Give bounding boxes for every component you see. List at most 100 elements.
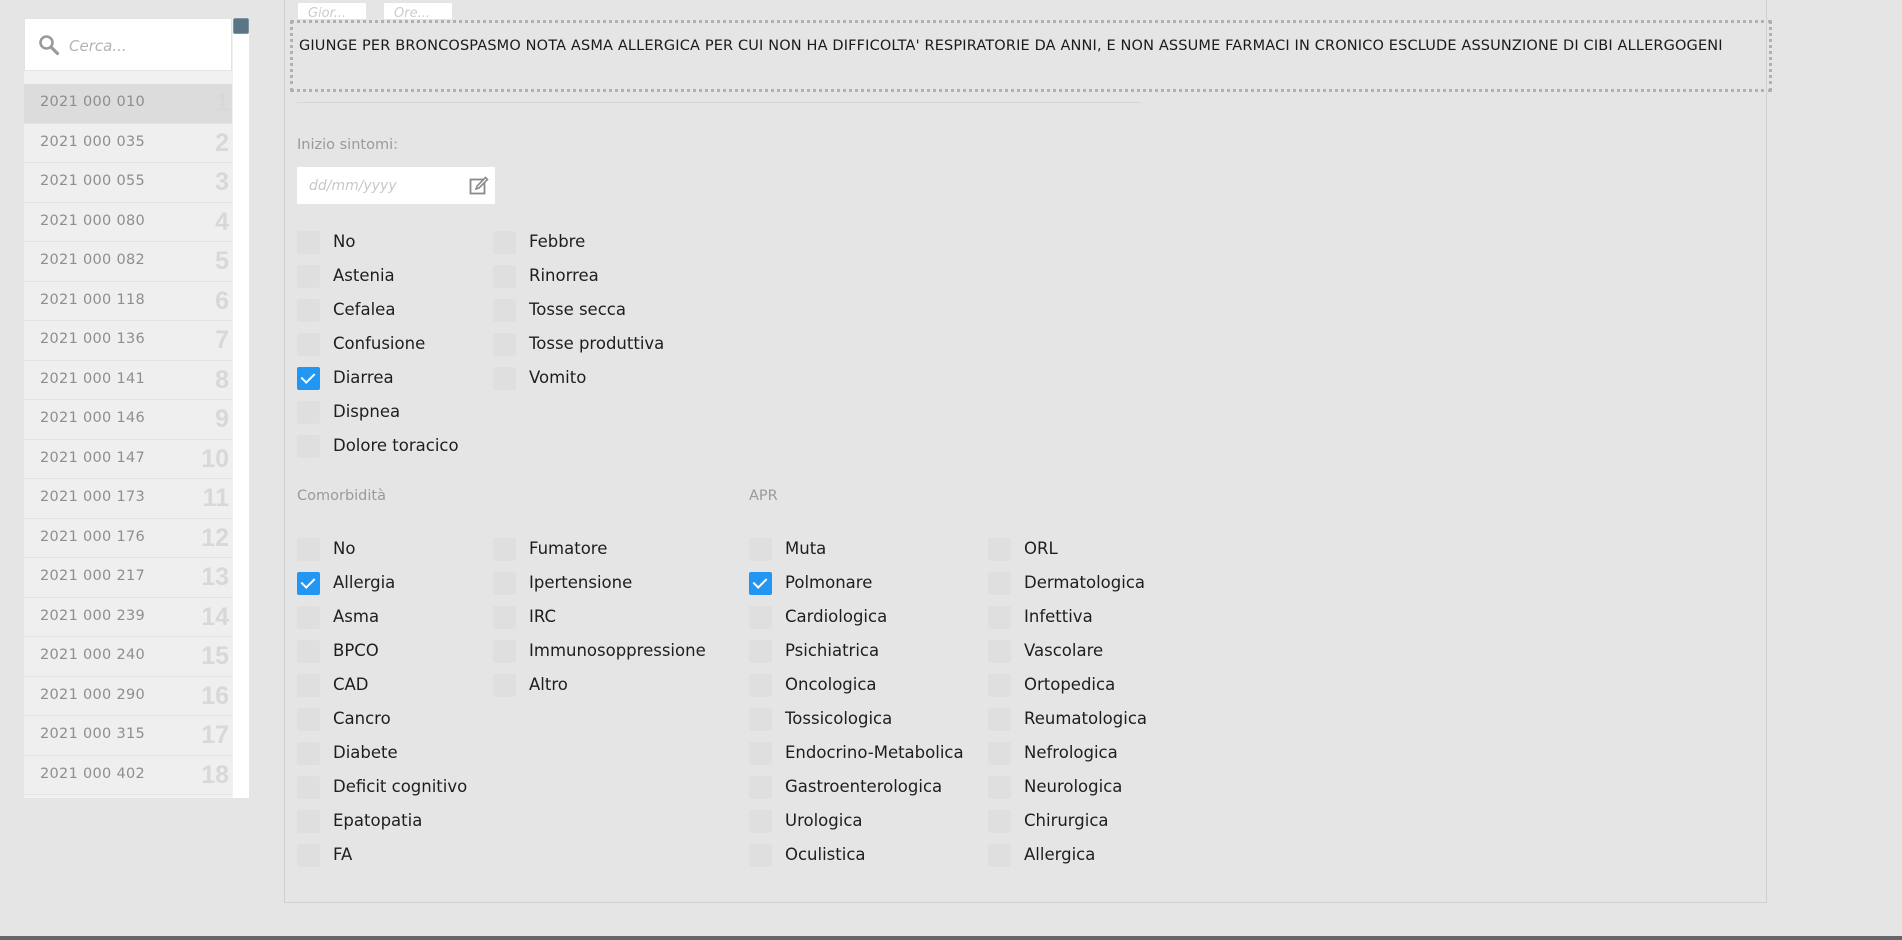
patient-list-item[interactable]: 2021 000 080 4 xyxy=(24,202,232,242)
checkbox[interactable] xyxy=(493,538,516,561)
patient-list-item[interactable]: 2021 000 240 15 xyxy=(24,637,232,677)
checkbox-label[interactable]: Gastroenterologica xyxy=(785,777,942,796)
checkbox-checked[interactable] xyxy=(749,572,772,595)
checkbox-label[interactable]: Diarrea xyxy=(333,368,394,387)
checkbox[interactable] xyxy=(493,674,516,697)
checkbox[interactable] xyxy=(749,640,772,663)
checkbox-label[interactable]: Muta xyxy=(785,539,826,558)
checkbox-label[interactable]: Tossicologica xyxy=(785,709,892,728)
checkbox-label[interactable]: Endocrino-Metabolica xyxy=(785,743,964,762)
patient-list-item[interactable]: 2021 000 239 14 xyxy=(24,597,232,637)
checkbox-label[interactable]: Oncologica xyxy=(785,675,877,694)
checkbox-label[interactable]: No xyxy=(333,232,355,251)
checkbox-checked[interactable] xyxy=(297,367,320,390)
patient-list-item[interactable]: 2021 000 315 17 xyxy=(24,716,232,756)
checkbox-label[interactable]: Ortopedica xyxy=(1024,675,1115,694)
checkbox[interactable] xyxy=(749,674,772,697)
checkbox[interactable] xyxy=(988,538,1011,561)
checkbox-label[interactable]: Dolore toracico xyxy=(333,436,459,455)
checkbox[interactable] xyxy=(988,708,1011,731)
patient-list-item[interactable]: 2021 000 141 8 xyxy=(24,360,232,400)
checkbox-label[interactable]: Reumatologica xyxy=(1024,709,1147,728)
checkbox-label[interactable]: Immunosoppressione xyxy=(529,641,706,660)
checkbox-checked[interactable] xyxy=(297,572,320,595)
checkbox[interactable] xyxy=(988,742,1011,765)
patient-list-item[interactable]: 2021 000 176 12 xyxy=(24,518,232,558)
checkbox[interactable] xyxy=(297,674,320,697)
checkbox-label[interactable]: CAD xyxy=(333,675,369,694)
checkbox[interactable] xyxy=(749,742,772,765)
checkbox-label[interactable]: Fumatore xyxy=(529,539,607,558)
checkbox-label[interactable]: Cancro xyxy=(333,709,391,728)
search-input[interactable] xyxy=(67,32,221,60)
patient-list-item[interactable]: 2021 000 118 6 xyxy=(24,281,232,321)
checkbox[interactable] xyxy=(297,606,320,629)
search-box[interactable] xyxy=(24,18,232,71)
checkbox[interactable] xyxy=(493,606,516,629)
patient-list-item[interactable]: 2021 000 055 3 xyxy=(24,163,232,203)
time-field[interactable]: Ore... xyxy=(383,2,453,21)
checkbox-label[interactable]: Dispnea xyxy=(333,402,400,421)
checkbox[interactable] xyxy=(749,776,772,799)
checkbox-label[interactable]: Astenia xyxy=(333,266,395,285)
checkbox[interactable] xyxy=(297,265,320,288)
checkbox[interactable] xyxy=(988,844,1011,867)
checkbox-label[interactable]: No xyxy=(333,539,355,558)
checkbox[interactable] xyxy=(297,708,320,731)
patient-list-item[interactable]: 2021 000 217 13 xyxy=(24,558,232,598)
checkbox[interactable] xyxy=(493,333,516,356)
patient-list-item[interactable]: 2021 000 136 7 xyxy=(24,321,232,361)
checkbox-label[interactable]: IRC xyxy=(529,607,556,626)
checkbox-label[interactable]: Vomito xyxy=(529,368,586,387)
patient-list-item[interactable]: 2021 000 035 2 xyxy=(24,123,232,163)
checkbox-label[interactable]: Ipertensione xyxy=(529,573,632,592)
checkbox-label[interactable]: Febbre xyxy=(529,232,585,251)
checkbox-label[interactable]: BPCO xyxy=(333,641,379,660)
checkbox-label[interactable]: Nefrologica xyxy=(1024,743,1118,762)
checkbox[interactable] xyxy=(297,640,320,663)
patient-list-item[interactable]: 2021 000 082 5 xyxy=(24,242,232,282)
checkbox-label[interactable]: Rinorrea xyxy=(529,266,599,285)
checkbox[interactable] xyxy=(493,231,516,254)
checkbox[interactable] xyxy=(297,742,320,765)
checkbox[interactable] xyxy=(297,333,320,356)
checkbox-label[interactable]: Epatopatia xyxy=(333,811,422,830)
checkbox-label[interactable]: Vascolare xyxy=(1024,641,1103,660)
patient-list-item[interactable]: 2021 000 010 1 xyxy=(24,84,232,124)
checkbox[interactable] xyxy=(493,572,516,595)
sidebar-toggle-handle[interactable] xyxy=(233,18,249,34)
checkbox[interactable] xyxy=(297,844,320,867)
checkbox[interactable] xyxy=(493,265,516,288)
edit-calendar-icon[interactable] xyxy=(469,176,489,196)
checkbox[interactable] xyxy=(749,844,772,867)
checkbox[interactable] xyxy=(297,776,320,799)
checkbox[interactable] xyxy=(988,776,1011,799)
checkbox-label[interactable]: Neurologica xyxy=(1024,777,1122,796)
checkbox[interactable] xyxy=(988,674,1011,697)
checkbox[interactable] xyxy=(297,231,320,254)
checkbox[interactable] xyxy=(749,810,772,833)
checkbox-label[interactable]: Cefalea xyxy=(333,300,395,319)
checkbox-label[interactable]: Diabete xyxy=(333,743,398,762)
checkbox[interactable] xyxy=(297,538,320,561)
checkbox-label[interactable]: Chirurgica xyxy=(1024,811,1109,830)
checkbox-label[interactable]: FA xyxy=(333,845,352,864)
checkbox-label[interactable]: Cardiologica xyxy=(785,607,887,626)
checkbox-label[interactable]: Psichiatrica xyxy=(785,641,879,660)
checkbox[interactable] xyxy=(749,538,772,561)
checkbox[interactable] xyxy=(297,401,320,424)
symptom-onset-field[interactable] xyxy=(297,167,495,204)
checkbox-label[interactable]: Polmonare xyxy=(785,573,872,592)
checkbox-label[interactable]: Altro xyxy=(529,675,568,694)
symptom-onset-input[interactable] xyxy=(307,173,461,199)
checkbox-label[interactable]: Deficit cognitivo xyxy=(333,777,467,796)
day-field[interactable]: Gior... xyxy=(297,2,367,21)
checkbox-label[interactable]: Oculistica xyxy=(785,845,866,864)
checkbox-label[interactable]: Dermatologica xyxy=(1024,573,1145,592)
checkbox[interactable] xyxy=(493,299,516,322)
patient-list-item[interactable]: 2021 000 402 18 xyxy=(24,755,232,795)
checkbox[interactable] xyxy=(297,435,320,458)
checkbox-label[interactable]: Allergica xyxy=(1024,845,1095,864)
checkbox-label[interactable]: Infettiva xyxy=(1024,607,1093,626)
checkbox[interactable] xyxy=(297,810,320,833)
